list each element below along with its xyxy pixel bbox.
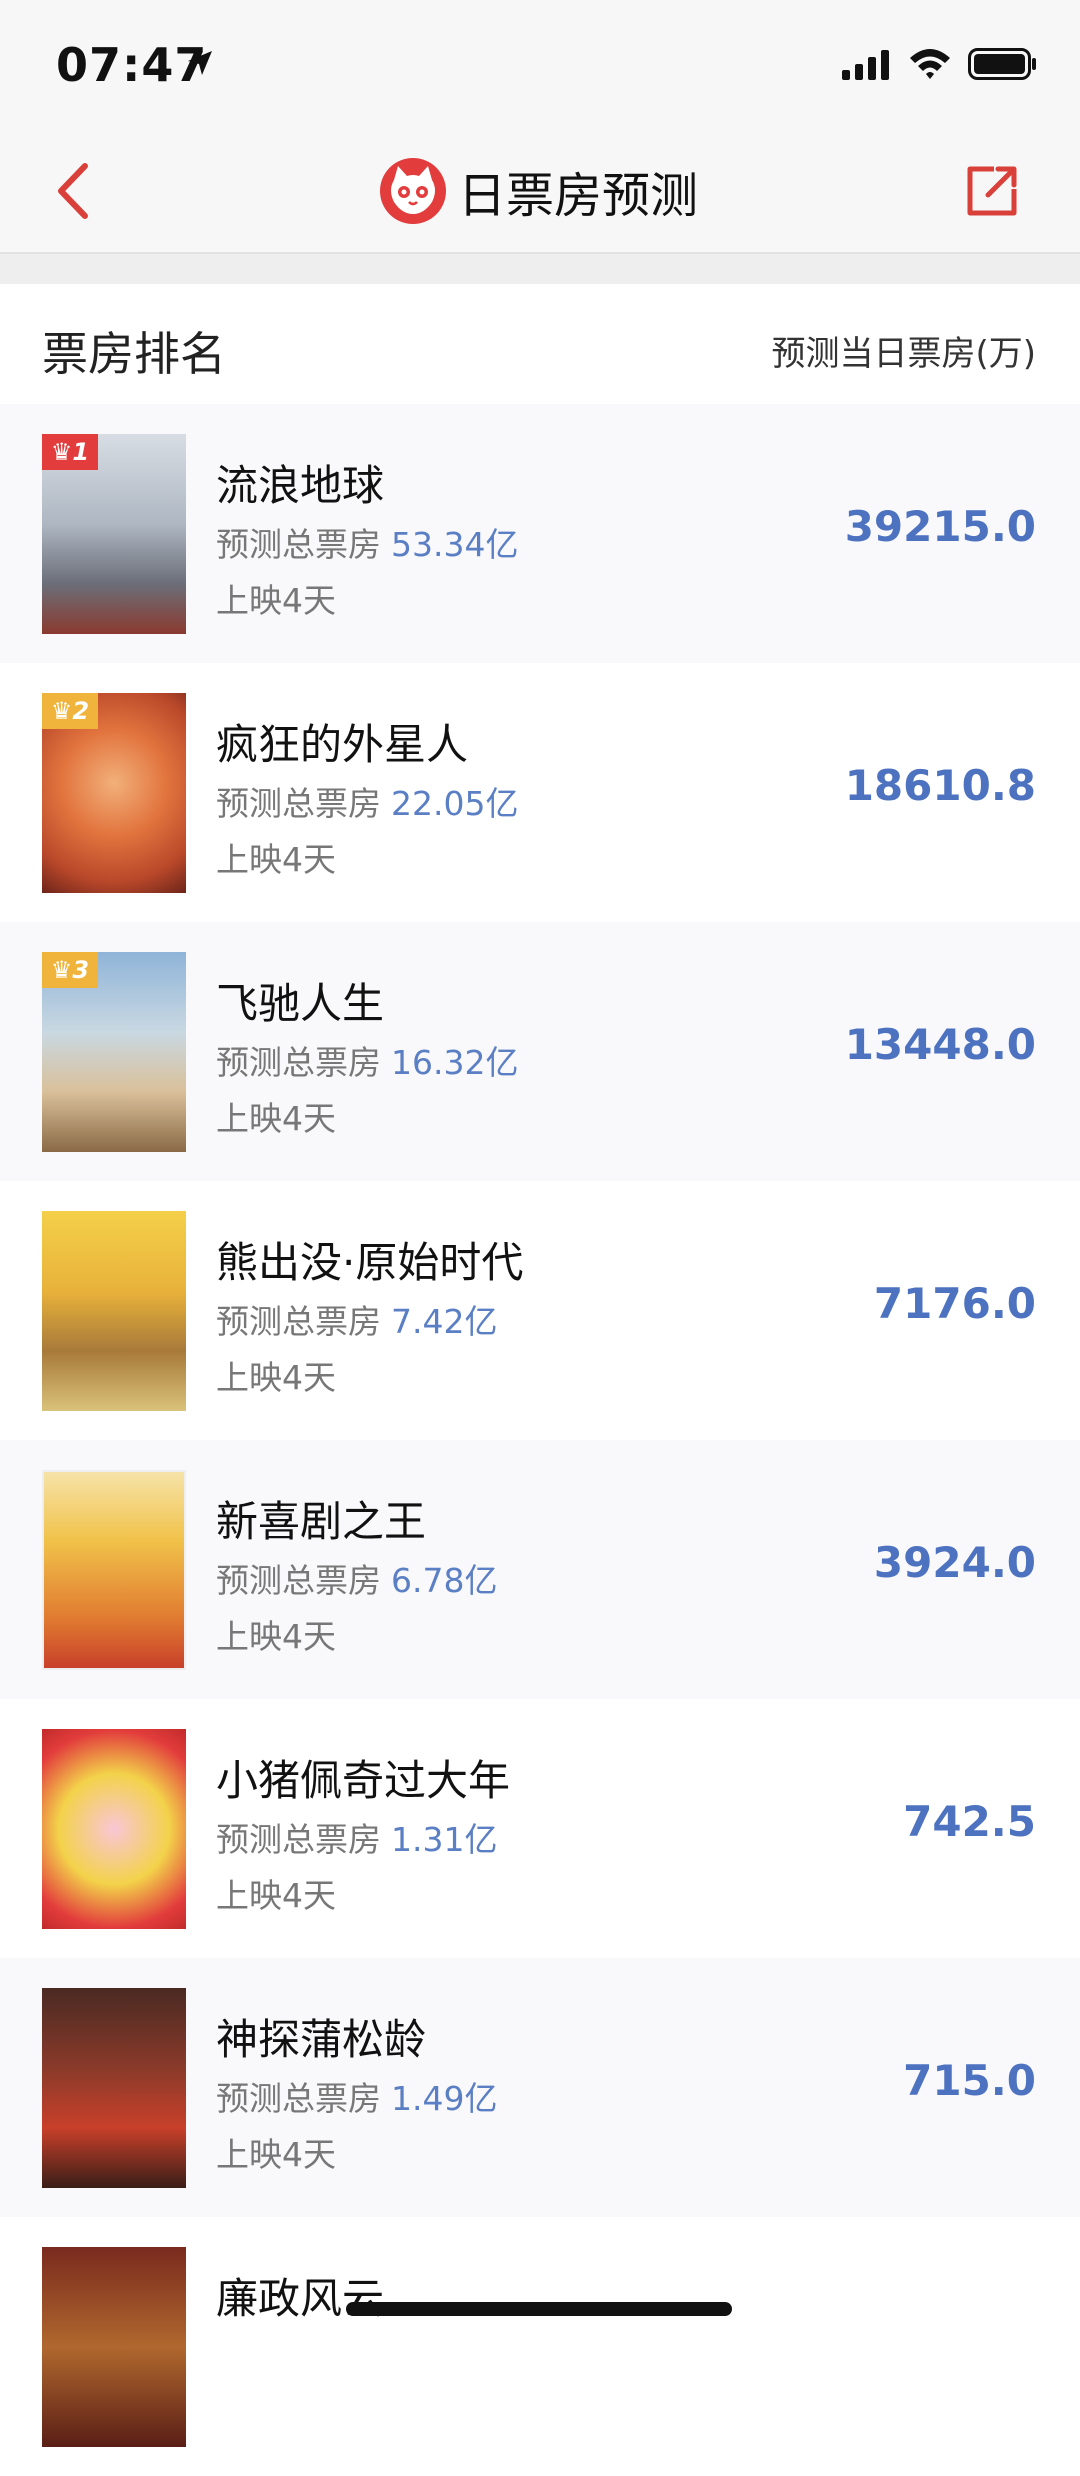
movie-poster: ♛ 2 <box>42 693 186 893</box>
status-bar: 07:47 <box>0 0 1080 130</box>
daily-box-office: 3924.0 <box>873 1538 1036 1587</box>
rank-badge: ♛ 1 <box>42 434 98 470</box>
days-released: 上映4天 <box>216 1358 336 1397</box>
movie-row[interactable]: ♛ 3 飞驰人生 预测总票房 16.32亿 上映4天 13448.0 <box>0 922 1080 1181</box>
movie-poster <box>42 1988 186 2188</box>
predicted-total: 预测总票房 22.05亿 <box>216 784 519 823</box>
battery-icon <box>968 48 1036 80</box>
rank-badge: ♛ 3 <box>42 952 98 988</box>
movie-list: ♛ 1 流浪地球 预测总票房 53.34亿 上映4天 39215.0 ♛ 2 疯狂的外… <box>0 404 1080 2476</box>
movie-row[interactable]: ♛ 2 疯狂的外星人 预测总票房 22.05亿 上映4天 18610.8 <box>0 663 1080 922</box>
days-released: 上映4天 <box>216 2135 336 2174</box>
nav-title-group: 日票房预测 <box>380 158 698 224</box>
page-title: 日票房预测 <box>458 168 699 224</box>
daily-box-office: 18610.8 <box>844 761 1036 810</box>
daily-box-office: 39215.0 <box>844 502 1036 551</box>
movie-row[interactable]: 廉政风云 <box>0 2217 1080 2476</box>
movie-title: 廉政风云 <box>216 2274 385 2323</box>
rank-badge: ♛ 2 <box>42 693 98 729</box>
days-released: 上映4天 <box>216 581 336 620</box>
section-divider <box>0 254 1080 284</box>
nav-bar: 日票房预测 <box>0 130 1080 254</box>
days-released: 上映4天 <box>216 1876 336 1915</box>
predicted-total: 预测总票房 16.32亿 <box>216 1043 519 1082</box>
predicted-total: 预测总票房 53.34亿 <box>216 525 519 564</box>
daily-box-office: 7176.0 <box>873 1279 1036 1328</box>
daily-box-office: 742.5 <box>903 1797 1036 1846</box>
movie-poster <box>42 1729 186 1929</box>
ranking-title: 票房排名 <box>42 327 226 381</box>
maoyan-cat-logo-icon <box>380 158 446 224</box>
movie-poster <box>42 1211 186 1411</box>
share-icon[interactable] <box>964 163 1020 219</box>
movie-poster: ♛ 1 <box>42 434 186 634</box>
movie-row[interactable]: 小猪佩奇过大年 预测总票房 1.31亿 上映4天 742.5 <box>0 1699 1080 1958</box>
crown-icon: ♛ <box>50 697 73 725</box>
back-chevron-icon[interactable] <box>55 162 91 220</box>
crown-icon: ♛ <box>50 438 73 466</box>
movie-title: 疯狂的外星人 <box>216 720 469 769</box>
predicted-total: 预测总票房 7.42亿 <box>216 1302 498 1341</box>
location-arrow-icon <box>188 51 212 75</box>
movie-title: 熊出没·原始时代 <box>216 1238 524 1287</box>
predicted-total: 预测总票房 1.31亿 <box>216 1820 498 1859</box>
column-label-daily-box-office: 预测当日票房(万) <box>771 334 1036 374</box>
movie-row[interactable]: 新喜剧之王 预测总票房 6.78亿 上映4天 3924.0 <box>0 1440 1080 1699</box>
crown-icon: ♛ <box>50 956 73 984</box>
wifi-icon <box>910 49 950 79</box>
predicted-total: 预测总票房 6.78亿 <box>216 1561 498 1600</box>
movie-row[interactable]: 神探蒲松龄 预测总票房 1.49亿 上映4天 715.0 <box>0 1958 1080 2217</box>
movie-title: 神探蒲松龄 <box>216 2015 427 2064</box>
movie-title: 小猪佩奇过大年 <box>216 1756 511 1805</box>
movie-title: 流浪地球 <box>216 461 385 510</box>
movie-poster <box>42 1470 186 1670</box>
home-indicator[interactable] <box>346 2302 732 2316</box>
movie-title: 新喜剧之王 <box>216 1497 427 1546</box>
days-released: 上映4天 <box>216 1099 336 1138</box>
predicted-total: 预测总票房 1.49亿 <box>216 2079 498 2118</box>
movie-title: 飞驰人生 <box>216 979 385 1028</box>
movie-poster <box>42 2247 186 2447</box>
movie-row[interactable]: ♛ 1 流浪地球 预测总票房 53.34亿 上映4天 39215.0 <box>0 404 1080 663</box>
movie-poster: ♛ 3 <box>42 952 186 1152</box>
days-released: 上映4天 <box>216 1617 336 1656</box>
movie-row[interactable]: 熊出没·原始时代 预测总票房 7.42亿 上映4天 7176.0 <box>0 1181 1080 1440</box>
daily-box-office: 13448.0 <box>844 1020 1036 1069</box>
days-released: 上映4天 <box>216 840 336 879</box>
cellular-signal-icon <box>842 50 889 80</box>
list-header: 票房排名 预测当日票房(万) <box>0 284 1080 404</box>
daily-box-office: 715.0 <box>903 2056 1036 2105</box>
